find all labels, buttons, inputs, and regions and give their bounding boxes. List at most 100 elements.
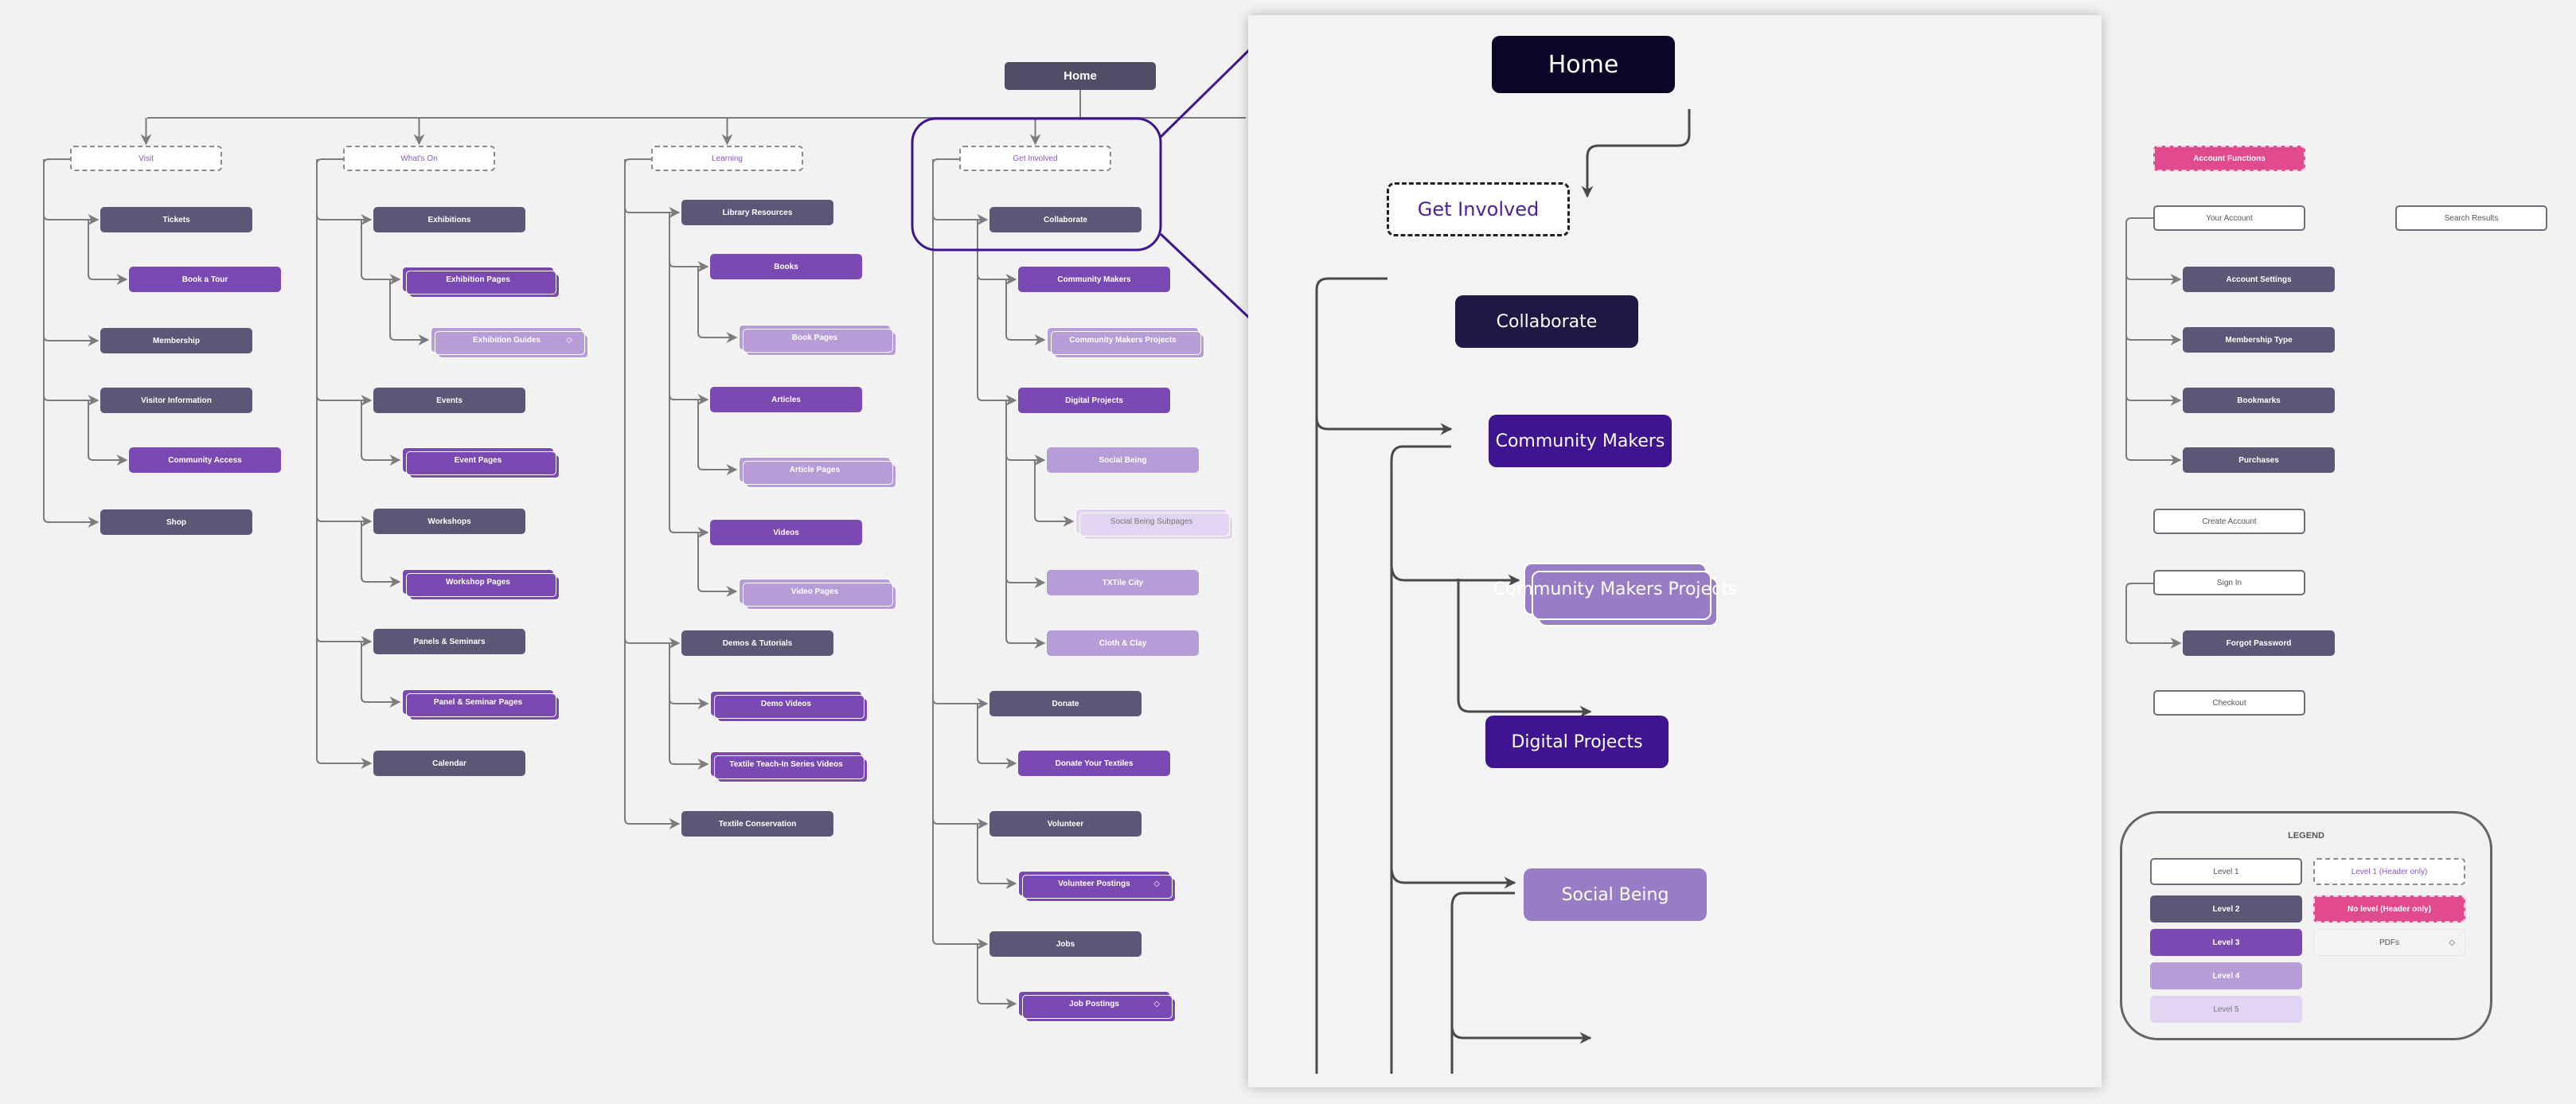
child-connector: [43, 214, 100, 225]
page-node-community-makers[interactable]: Community Makers: [1018, 267, 1170, 292]
home-node-label: Home: [1064, 69, 1097, 83]
child-connector: [361, 454, 401, 466]
page-node-social-being-subpages[interactable]: Social Being Subpages: [1075, 509, 1233, 540]
section-header-what-s-on[interactable]: What's On: [343, 146, 495, 171]
page-node-visitor-information[interactable]: Visitor Information: [100, 388, 252, 413]
page-node-social-being[interactable]: Social Being: [1047, 447, 1199, 473]
page-node-book-a-tour[interactable]: Book a Tour: [129, 267, 281, 292]
page-node-workshops[interactable]: Workshops: [373, 509, 525, 534]
page-node-txtile-city[interactable]: TXTile City: [1047, 570, 1199, 595]
page-node-book-a-tour-label: Book a Tour: [181, 275, 228, 284]
zoom-collaborate-node[interactable]: Collaborate: [1455, 295, 1638, 348]
page-node-demos-and-tutorials[interactable]: Demos & Tutorials: [681, 630, 833, 656]
page-node-donate[interactable]: Donate: [989, 691, 1142, 716]
zoom-get-involved-node[interactable]: Get Involved: [1387, 182, 1570, 236]
page-node-articles-label: Articles: [771, 395, 801, 404]
header-out: [624, 158, 651, 165]
page-node-volunteer-label: Volunteer: [1047, 819, 1084, 829]
child-connector: [1005, 577, 1046, 588]
page-node-demo-videos[interactable]: Demo Videos: [710, 691, 868, 722]
page-node-volunteer[interactable]: Volunteer: [989, 811, 1142, 837]
page-node-shop[interactable]: Shop: [100, 509, 252, 535]
zoom-community-makers-node[interactable]: Community Makers: [1489, 415, 1672, 467]
page-node-exhibition-pages[interactable]: Exhibition Pages: [402, 267, 560, 298]
zoom-digital-projects-node[interactable]: Digital Projects: [1485, 716, 1669, 768]
page-node-events[interactable]: Events: [373, 388, 525, 413]
page-node-exhibitions[interactable]: Exhibitions: [373, 207, 525, 232]
create-account-node[interactable]: Create Account: [2153, 509, 2305, 534]
page-node-cloth-and-clay[interactable]: Cloth & Clay: [1047, 630, 1199, 656]
page-node-job-postings[interactable]: Job Postings ◇: [1018, 991, 1176, 1022]
child-connector: [697, 586, 738, 597]
page-node-calendar[interactable]: Calendar: [373, 751, 525, 776]
child-connector: [977, 998, 1017, 1009]
page-node-exhibition-guides[interactable]: Exhibition Guides ◇: [431, 327, 588, 358]
account-connector: [2125, 274, 2182, 285]
page-node-event-pages[interactable]: Event Pages: [402, 447, 560, 478]
page-node-jobs[interactable]: Jobs: [989, 931, 1142, 957]
page-node-tickets[interactable]: Tickets: [100, 207, 252, 232]
page-node-articles[interactable]: Articles: [710, 387, 862, 412]
header-out: [932, 158, 959, 165]
child-connector: [88, 454, 128, 466]
page-node-videos[interactable]: Videos: [710, 520, 862, 545]
child-connector: [88, 274, 128, 285]
your-account-node[interactable]: Your Account: [2153, 205, 2305, 231]
child-connector: [669, 394, 709, 405]
page-node-community-access[interactable]: Community Access: [129, 447, 281, 473]
child-connector: [1034, 516, 1075, 527]
page-node-workshop-pages-label: Workshop Pages: [446, 577, 510, 587]
account-functions-header[interactable]: Account Functions: [2153, 146, 2305, 171]
zoom-callout-line-bottom: [1159, 232, 1251, 320]
zoom-community-makers-projects-node[interactable]: Community Makers Projects: [1493, 563, 1737, 626]
page-node-workshop-pages[interactable]: Workshop Pages: [402, 569, 560, 600]
page-node-panel-and-seminar-pages[interactable]: Panel & Seminar Pages: [402, 689, 560, 720]
child-connector: [977, 758, 1017, 769]
page-node-collaborate[interactable]: Collaborate: [989, 207, 1142, 232]
forgot-password-node[interactable]: Forgot Password: [2183, 630, 2335, 656]
child-connector: [669, 698, 709, 709]
pdf-diamond-icon: ◇: [1153, 879, 1160, 888]
child-connector: [316, 395, 373, 406]
section-header-learning[interactable]: Learning: [651, 146, 803, 171]
page-node-calendar-label: Calendar: [432, 759, 466, 768]
checkout-node[interactable]: Checkout: [2153, 690, 2305, 716]
page-node-community-makers-projects[interactable]: Community Makers Projects: [1047, 327, 1204, 358]
sign-in-node[interactable]: Sign In: [2153, 570, 2305, 595]
page-node-donate-your-textiles[interactable]: Donate Your Textiles: [1018, 751, 1170, 776]
page-node-digital-projects-label: Digital Projects: [1065, 396, 1123, 405]
page-node-jobs-label: Jobs: [1056, 939, 1075, 949]
child-connector: [1005, 638, 1046, 649]
section-header-visit-label: Visit: [139, 154, 154, 163]
page-node-panels-and-seminars[interactable]: Panels & Seminars: [373, 629, 525, 654]
page-node-demo-videos-label: Demo Videos: [760, 699, 812, 708]
account-node-membership-type[interactable]: Membership Type: [2183, 327, 2335, 353]
section-header-get-involved[interactable]: Get Involved: [959, 146, 1111, 171]
page-node-volunteer-postings[interactable]: Volunteer Postings ◇: [1018, 871, 1176, 902]
child-connector: [43, 395, 100, 406]
account-node-account-settings[interactable]: Account Settings: [2183, 267, 2335, 292]
page-node-community-makers-label: Community Makers: [1057, 275, 1131, 284]
page-node-video-pages[interactable]: Video Pages: [739, 579, 896, 610]
page-node-digital-projects[interactable]: Digital Projects: [1018, 388, 1170, 413]
page-node-videos-label: Videos: [773, 528, 799, 537]
page-node-library-resources[interactable]: Library Resources: [681, 200, 833, 225]
page-node-textile-conservation[interactable]: Textile Conservation: [681, 811, 833, 837]
search-results-node[interactable]: Search Results: [2395, 205, 2547, 231]
home-node[interactable]: Home: [1005, 62, 1156, 90]
account-node-bookmarks[interactable]: Bookmarks: [2183, 388, 2335, 413]
zoom-home-node[interactable]: Home: [1492, 36, 1675, 93]
create-account-node-label: Create Account: [2202, 517, 2257, 526]
section-header-visit[interactable]: Visit: [70, 146, 222, 171]
account-node-purchases[interactable]: Purchases: [2183, 447, 2335, 473]
child-connector: [361, 696, 401, 708]
page-node-books[interactable]: Books: [710, 254, 862, 279]
page-node-membership[interactable]: Membership: [100, 328, 252, 353]
page-node-book-pages[interactable]: Book Pages: [739, 325, 896, 356]
zoom-social-being-node[interactable]: Social Being: [1524, 868, 1707, 921]
page-node-visitor-information-label: Visitor Information: [141, 396, 212, 405]
child-connector: [669, 261, 709, 272]
page-node-article-pages[interactable]: Article Pages: [739, 457, 896, 488]
page-node-textile-teach-in-series-videos[interactable]: Textile Teach-In Series Videos: [710, 751, 868, 782]
account-node-membership-type-label: Membership Type: [2225, 335, 2293, 345]
